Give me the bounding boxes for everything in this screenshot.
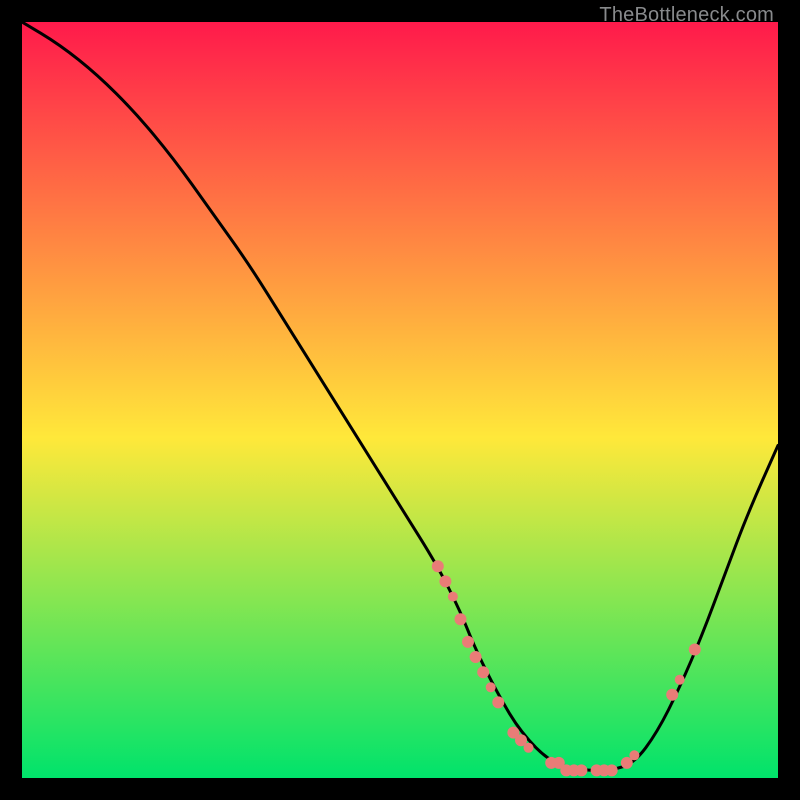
highlight-point: [486, 682, 496, 692]
highlight-point: [666, 689, 678, 701]
highlight-point: [606, 764, 618, 776]
highlight-point: [439, 575, 451, 587]
gradient-background: [22, 22, 778, 778]
highlight-point: [432, 560, 444, 572]
chart-frame: [22, 22, 778, 778]
highlight-point: [492, 696, 504, 708]
watermark-label: TheBottleneck.com: [599, 4, 774, 27]
highlight-point: [477, 666, 489, 678]
highlight-point: [629, 750, 639, 760]
highlight-point: [575, 764, 587, 776]
highlight-point: [675, 675, 685, 685]
bottleneck-chart: [22, 22, 778, 778]
highlight-point: [448, 592, 458, 602]
highlight-point: [470, 651, 482, 663]
highlight-point: [524, 743, 534, 753]
highlight-point: [462, 636, 474, 648]
highlight-point: [689, 644, 701, 656]
highlight-point: [455, 613, 467, 625]
